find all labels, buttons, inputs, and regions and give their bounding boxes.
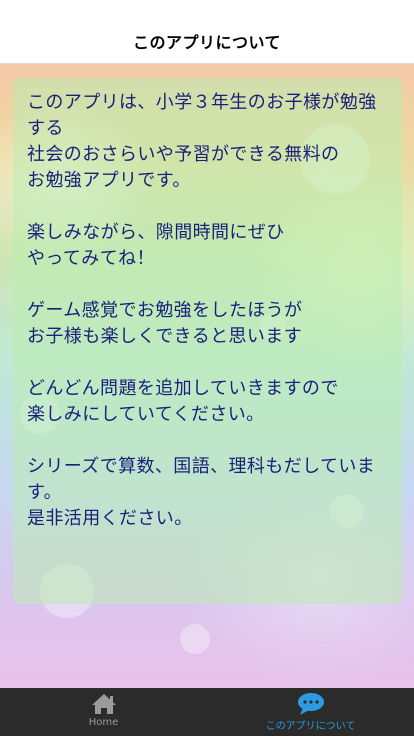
tab-about[interactable]: このアプリについて <box>207 688 414 736</box>
app-screen: このアプリについて このアプリは、小学３年生のお子様が勉強する 社会のおさらいや… <box>0 0 414 736</box>
navigation-bar: このアプリについて <box>0 0 414 64</box>
about-paragraph-intro: このアプリは、小学３年生のお子様が勉強する 社会のおさらいや予習ができる無料の … <box>27 92 377 191</box>
page-title: このアプリについて <box>132 32 282 52</box>
tab-about-label: このアプリについて <box>265 721 356 732</box>
tab-home[interactable]: Home <box>0 688 207 736</box>
about-paragraph-updates: どんどん問題を追加していきますので 楽しみにしていてください。 <box>27 378 339 425</box>
about-paragraph-enjoy: 楽しみながら、隙間時間にぜひ やってみてね！ <box>27 222 285 269</box>
home-icon <box>90 692 118 716</box>
speech-bubble-icon <box>296 692 326 716</box>
tab-bar: Home このアプリについて <box>0 688 414 736</box>
tab-home-label: Home <box>88 717 119 728</box>
about-paragraph-series: シリーズで算数、国語、理科もだしています。 是非活用ください。 <box>27 456 376 529</box>
about-paragraph-game: ゲーム感覚でお勉強をしたほうが お子様も楽しくできると思います <box>27 300 303 347</box>
about-text-card: このアプリは、小学３年生のお子様が勉強する 社会のおさらいや予習ができる無料の … <box>13 78 402 604</box>
